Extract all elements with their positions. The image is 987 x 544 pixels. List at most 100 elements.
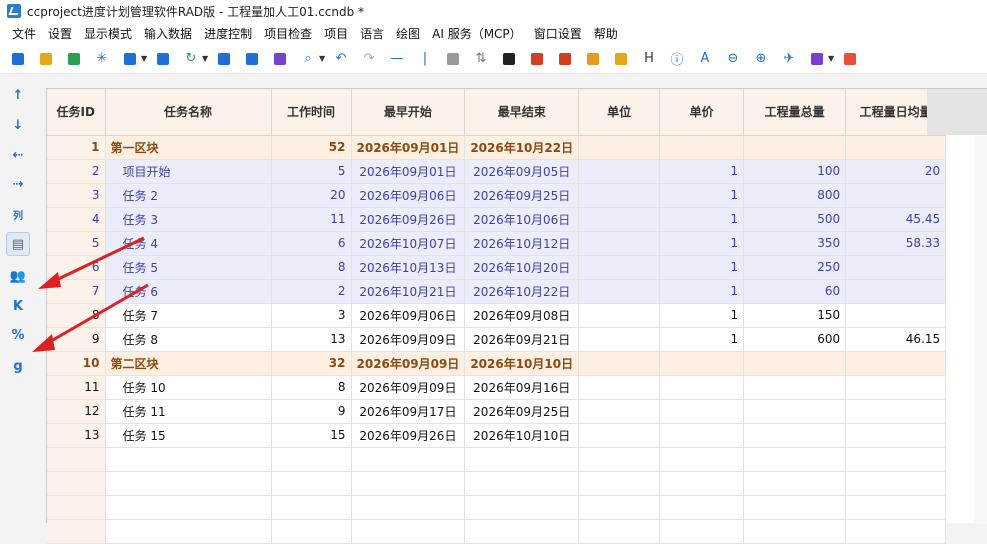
cell-最早结束[interactable]: 2026年10月12日: [464, 231, 580, 256]
palette-icon[interactable]: [582, 48, 604, 70]
cell-任务ID[interactable]: 13: [47, 423, 106, 448]
sort-icon[interactable]: ⇅: [470, 48, 492, 70]
vertical-scrollbar[interactable]: [974, 136, 987, 524]
empty-row[interactable]: [47, 447, 947, 472]
outdent-icon[interactable]: ⇠: [6, 143, 30, 167]
cell-最早开始[interactable]: 2026年09月01日: [351, 159, 466, 184]
cell-任务名称[interactable]: 任务 6: [105, 279, 272, 304]
cell-任务ID[interactable]: 11: [47, 375, 106, 400]
link-icon[interactable]: [526, 48, 548, 70]
cell-任务名称[interactable]: [105, 495, 272, 520]
cell-单价[interactable]: [659, 471, 745, 496]
move-down-icon[interactable]: ↓: [6, 113, 30, 137]
cell-最早结束[interactable]: 2026年10月22日: [464, 279, 580, 304]
cell-单价[interactable]: 1: [659, 183, 745, 208]
copy-icon[interactable]: [213, 48, 235, 70]
cell-工作时间[interactable]: [271, 447, 352, 472]
font-icon[interactable]: A: [694, 48, 716, 70]
cell-工作时间[interactable]: 32: [271, 351, 352, 376]
cell-工程量日均量[interactable]: 45.45: [845, 207, 947, 232]
cell-单价[interactable]: 1: [659, 327, 745, 352]
cell-最早开始[interactable]: 2026年09月06日: [351, 183, 466, 208]
cell-任务ID[interactable]: 9: [47, 327, 106, 352]
open-folder-icon[interactable]: [35, 48, 57, 70]
cell-单价[interactable]: 1: [659, 207, 745, 232]
doc-icon[interactable]: [554, 48, 576, 70]
indent-icon[interactable]: ⇢: [6, 172, 30, 196]
column-header-2[interactable]: 工作时间: [271, 89, 352, 136]
new-file-icon[interactable]: [7, 48, 29, 70]
cell-最早开始[interactable]: 2026年09月09日: [351, 351, 466, 376]
zoom-out-icon[interactable]: ⊖: [722, 48, 744, 70]
cell-工程量总量[interactable]: [743, 495, 847, 520]
paste-icon[interactable]: [241, 48, 263, 70]
cell-任务ID[interactable]: [47, 447, 106, 472]
table-row[interactable]: 3 任务 2 20 2026年09月06日 2026年09月25日 1 800: [47, 183, 947, 208]
cell-工作时间[interactable]: 8: [271, 375, 352, 400]
cell-任务名称[interactable]: 任务 8: [105, 327, 272, 352]
cell-任务ID[interactable]: 8: [47, 303, 106, 328]
cell-最早开始[interactable]: 2026年09月17日: [351, 399, 466, 424]
table-row[interactable]: 8 任务 7 3 2026年09月06日 2026年09月08日 1 150: [47, 303, 947, 328]
cell-单价[interactable]: 1: [659, 231, 745, 256]
cell-工程量总量[interactable]: 150: [743, 303, 847, 328]
cell-任务ID[interactable]: 3: [47, 183, 106, 208]
cell-单价[interactable]: [659, 495, 745, 520]
cell-工程量总量[interactable]: 250: [743, 255, 847, 280]
table-row[interactable]: 13 任务 15 15 2026年09月26日 2026年10月10日: [47, 423, 947, 448]
cell-工程量总量[interactable]: [743, 471, 847, 496]
cell-单价[interactable]: [659, 399, 745, 424]
cell-最早开始[interactable]: 2026年10月13日: [351, 255, 466, 280]
redo-icon[interactable]: ↷: [358, 48, 380, 70]
summary-row[interactable]: 10 第二区块 32 2026年09月09日 2026年10月10日: [47, 351, 947, 376]
cell-工程量日均量[interactable]: [845, 399, 947, 424]
cell-工作时间[interactable]: 15: [271, 423, 352, 448]
cell-任务名称[interactable]: 第二区块: [105, 351, 272, 376]
cell-最早结束[interactable]: 2026年09月08日: [464, 303, 580, 328]
column-header-0[interactable]: 任务ID: [47, 89, 106, 136]
column-header-7[interactable]: 工程量总量: [743, 89, 847, 136]
column-icon[interactable]: 列: [6, 202, 30, 226]
cell-最早开始[interactable]: [351, 471, 466, 496]
cell-工程量总量[interactable]: 800: [743, 183, 847, 208]
cell-任务ID[interactable]: [47, 495, 106, 520]
notebook-icon[interactable]: ▤: [6, 232, 30, 256]
summary-row[interactable]: 1 第一区块 52 2026年09月01日 2026年10月22日: [47, 135, 947, 160]
cell-最早开始[interactable]: [351, 447, 466, 472]
empty-row[interactable]: [47, 471, 947, 496]
cell-任务名称[interactable]: 第一区块: [105, 135, 272, 160]
menu-item-7[interactable]: 语言: [354, 25, 390, 42]
cell-工程量日均量[interactable]: [845, 255, 947, 280]
cell-任务ID[interactable]: 1: [47, 135, 106, 160]
cell-单价[interactable]: [659, 351, 745, 376]
cell-工程量总量[interactable]: [743, 351, 847, 376]
table-row[interactable]: 6 任务 5 8 2026年10月13日 2026年10月20日 1 250: [47, 255, 947, 280]
cell-工程量总量[interactable]: [743, 135, 847, 160]
cell-单位[interactable]: [578, 231, 661, 256]
cell-工作时间[interactable]: [271, 471, 352, 496]
cell-单位[interactable]: [578, 375, 661, 400]
cell-单位[interactable]: [578, 279, 661, 304]
cell-单位[interactable]: [578, 303, 661, 328]
column-header-4[interactable]: 最早结束: [464, 89, 580, 136]
cell-最早结束[interactable]: 2026年09月16日: [464, 375, 580, 400]
cell-单位[interactable]: [578, 495, 661, 520]
print-icon[interactable]: [152, 48, 174, 70]
percent-icon[interactable]: %: [6, 323, 30, 347]
cell-任务名称[interactable]: [105, 471, 272, 496]
cell-工程量总量[interactable]: [743, 375, 847, 400]
undo-icon[interactable]: ↶: [330, 48, 352, 70]
cell-最早开始[interactable]: 2026年09月06日: [351, 303, 466, 328]
cell-任务名称[interactable]: 项目开始: [105, 159, 272, 184]
cell-工作时间[interactable]: 52: [271, 135, 352, 160]
folder-icon[interactable]: [806, 48, 828, 70]
cell-工程量日均量[interactable]: [845, 447, 947, 472]
cell-工程量总量[interactable]: [743, 447, 847, 472]
grid-icon[interactable]: [498, 48, 520, 70]
cell-工程量日均量[interactable]: [845, 135, 947, 160]
cell-任务ID[interactable]: 10: [47, 351, 106, 376]
cell-最早结束[interactable]: 2026年10月22日: [464, 135, 580, 160]
cell-工作时间[interactable]: 2: [271, 279, 352, 304]
cell-工作时间[interactable]: 3: [271, 303, 352, 328]
cell-任务名称[interactable]: 任务 3: [105, 207, 272, 232]
